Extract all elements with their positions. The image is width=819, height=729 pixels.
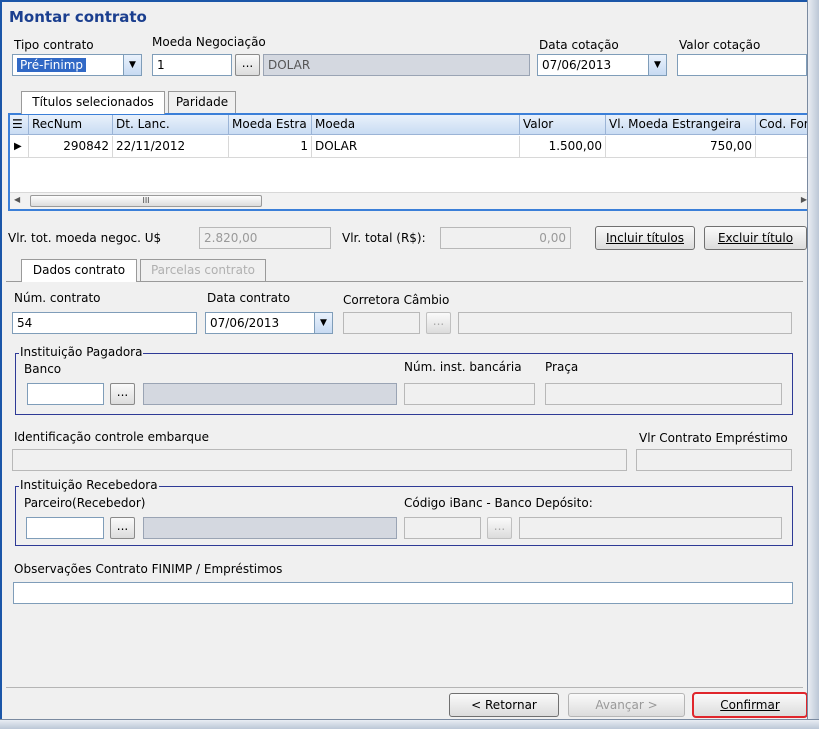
identificacao-embarque-field <box>12 449 627 471</box>
col-dt-lanc[interactable]: Dt. Lanc. <box>113 115 229 135</box>
num-inst-bancaria-field <box>404 383 535 405</box>
praca-field <box>545 383 782 405</box>
col-cod-for[interactable]: Cod. For <box>756 115 811 135</box>
parceiro-code-input[interactable] <box>26 517 104 539</box>
banco-name-field <box>143 383 397 405</box>
col-moeda-estra[interactable]: Moeda Estra <box>229 115 312 135</box>
tab-dados-contrato[interactable]: Dados contrato <box>21 259 137 282</box>
cell-recnum: 290842 <box>29 136 113 158</box>
moeda-lookup-button[interactable]: ... <box>235 54 260 76</box>
banco-label: Banco <box>24 362 62 376</box>
col-recnum[interactable]: RecNum <box>29 115 113 135</box>
tipo-contrato-value: Pré-Finimp <box>17 58 87 72</box>
banco-deposito-field <box>519 517 782 539</box>
vlr-tot-moeda-field: 2.820,00 <box>199 227 331 249</box>
avancar-button[interactable]: Avançar > <box>568 693 685 717</box>
excluir-titulo-button[interactable]: Excluir título <box>704 226 807 250</box>
data-cotacao-picker[interactable]: 07/06/2013 ▼ <box>537 54 667 76</box>
tab-paridade[interactable]: Paridade <box>168 91 236 113</box>
col-moeda[interactable]: Moeda <box>312 115 520 135</box>
tipo-contrato-label: Tipo contrato <box>14 38 94 52</box>
table-row[interactable]: ▶ 290842 22/11/2012 1 DOLAR 1.500,00 750… <box>10 136 811 158</box>
excluir-titulo-label: Excluir título <box>717 231 794 245</box>
cell-dt-lanc: 22/11/2012 <box>113 136 229 158</box>
vlr-total-label: Vlr. total (R$): <box>342 231 426 245</box>
col-vl-moeda-estrangeira[interactable]: Vl. Moeda Estrangeira <box>606 115 756 135</box>
window-title: Montar contrato <box>9 8 147 26</box>
tab-parcelas-contrato[interactable]: Parcelas contrato <box>140 259 266 281</box>
parceiro-lookup-button[interactable]: ... <box>110 517 135 539</box>
window-frame-right <box>807 0 819 729</box>
moeda-name-field: DOLAR <box>263 54 530 76</box>
codigo-ibanc-lookup-button[interactable]: ... <box>487 517 512 539</box>
instituicao-pagadora-title: Instituição Pagadora <box>19 345 144 359</box>
vlr-tot-moeda-label: Vlr. tot. moeda negoc. U$ <box>8 231 162 245</box>
data-contrato-value: 07/06/2013 <box>210 316 280 330</box>
scroll-thumb[interactable]: III <box>30 195 262 207</box>
corretora-cambio-label: Corretora Câmbio <box>343 293 450 307</box>
incluir-titulos-label: Incluir títulos <box>605 231 685 245</box>
banco-code-input[interactable] <box>27 383 104 405</box>
codigo-ibanc-input <box>404 517 481 539</box>
window-frame-bottom <box>0 719 819 729</box>
vlr-contrato-emprestimo-field <box>636 449 792 471</box>
data-contrato-label: Data contrato <box>207 291 291 305</box>
cell-moeda-estra: 1 <box>229 136 312 158</box>
retornar-button[interactable]: < Retornar <box>449 693 559 717</box>
tipo-contrato-select[interactable]: Pré-Finimp ▼ <box>12 54 142 76</box>
parceiro-name-field <box>143 517 397 539</box>
corretora-lookup-button[interactable]: ... <box>426 312 451 334</box>
corretora-name-field <box>458 312 792 334</box>
vlr-total-field: 0,00 <box>440 227 571 249</box>
data-contrato-picker[interactable]: 07/06/2013 ▼ <box>205 312 333 334</box>
valor-cotacao-label: Valor cotação <box>679 38 761 52</box>
num-contrato-label: Núm. contrato <box>14 291 101 305</box>
chevron-down-icon[interactable]: ▼ <box>648 55 666 75</box>
codigo-ibanc-label: Código iBanc - Banco Depósito: <box>404 496 593 510</box>
grid-header: ☰ RecNum Dt. Lanc. Moeda Estra Moeda Val… <box>10 115 811 135</box>
num-inst-bancaria-label: Núm. inst. bancária <box>404 360 522 374</box>
grid-horizontal-scrollbar[interactable]: ◀ III ▶ <box>10 192 811 209</box>
valor-cotacao-input[interactable] <box>677 54 807 76</box>
titulos-grid: ☰ RecNum Dt. Lanc. Moeda Estra Moeda Val… <box>8 113 813 211</box>
num-contrato-input[interactable]: 54 <box>12 312 197 334</box>
confirmar-label: Confirmar <box>720 698 780 712</box>
instituicao-recebedora-title: Instituição Recebedora <box>19 478 159 492</box>
footer-divider <box>6 687 803 688</box>
confirmar-button[interactable]: Confirmar <box>692 692 808 718</box>
montar-contrato-window: Montar contrato Tipo contrato Pré-Finimp… <box>0 0 819 729</box>
parceiro-recebedor-label: Parceiro(Recebedor) <box>24 496 146 510</box>
vlr-contrato-emprestimo-label: Vlr Contrato Empréstimo <box>639 431 788 445</box>
cell-valor: 1.500,00 <box>520 136 606 158</box>
cell-cod-for <box>756 136 811 158</box>
cell-vl-moeda-estrangeira: 750,00 <box>606 136 756 158</box>
grid-menu-icon[interactable]: ☰ <box>10 115 29 135</box>
data-cotacao-label: Data cotação <box>539 38 619 52</box>
data-cotacao-value: 07/06/2013 <box>542 58 612 72</box>
moeda-negociacao-label: Moeda Negociação <box>152 35 266 49</box>
banco-lookup-button[interactable]: ... <box>110 383 135 405</box>
observacoes-input[interactable] <box>13 582 793 604</box>
scroll-left-icon[interactable]: ◀ <box>14 195 20 204</box>
observacoes-label: Observações Contrato FINIMP / Empréstimo… <box>14 562 283 576</box>
identificacao-embarque-label: Identificação controle embarque <box>14 430 209 444</box>
row-indicator-icon: ▶ <box>10 136 29 158</box>
cell-moeda: DOLAR <box>312 136 520 158</box>
col-valor[interactable]: Valor <box>520 115 606 135</box>
moeda-code-input[interactable]: 1 <box>152 54 232 76</box>
praca-label: Praça <box>545 360 579 374</box>
corretora-code-input <box>343 312 420 334</box>
incluir-titulos-button[interactable]: Incluir títulos <box>595 226 695 250</box>
tab-titulos-selecionados[interactable]: Títulos selecionados <box>21 91 165 114</box>
chevron-down-icon[interactable]: ▼ <box>123 55 141 75</box>
chevron-down-icon[interactable]: ▼ <box>314 313 332 333</box>
